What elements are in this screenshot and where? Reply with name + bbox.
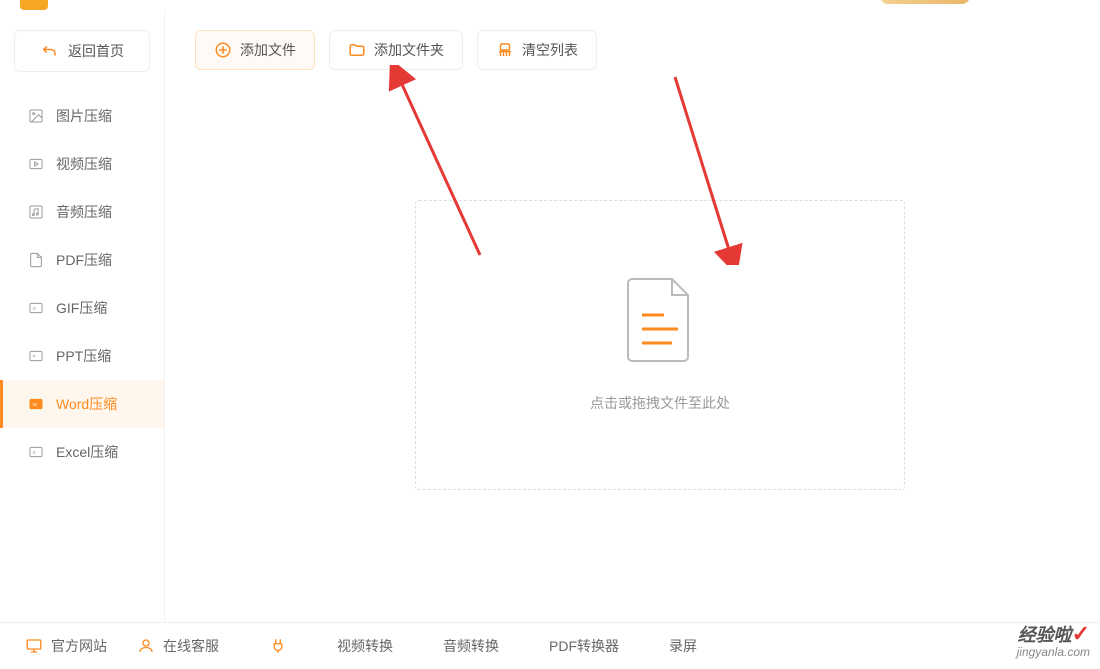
sidebar-item-excel[interactable]: X Excel压缩 (0, 428, 164, 476)
sidebar-item-word[interactable]: W Word压缩 (0, 380, 164, 428)
file-icon (624, 277, 696, 363)
sidebar-item-video[interactable]: 视频压缩 (0, 140, 164, 188)
return-icon (40, 42, 58, 60)
footer-online-service[interactable]: 在线客服 (137, 636, 219, 656)
image-icon (28, 108, 44, 124)
plus-circle-icon (214, 41, 232, 59)
video-icon (28, 156, 44, 172)
sidebar-item-label: 图片压缩 (56, 106, 112, 126)
word-icon: W (28, 396, 44, 412)
sidebar-item-label: 视频压缩 (56, 154, 112, 174)
sidebar-item-label: Excel压缩 (56, 442, 118, 462)
svg-text:W: W (33, 402, 38, 407)
top-bar (0, 0, 1100, 10)
broom-icon (496, 41, 514, 59)
watermark: 经验啦✓ jingyanla.com (1017, 622, 1090, 659)
footer-label: 在线客服 (163, 636, 219, 656)
sidebar-item-ppt[interactable]: P PPT压缩 (0, 332, 164, 380)
add-folder-label: 添加文件夹 (374, 40, 444, 60)
add-file-label: 添加文件 (240, 40, 296, 60)
add-folder-button[interactable]: 添加文件夹 (329, 30, 463, 70)
sidebar-item-pdf[interactable]: PDF压缩 (0, 236, 164, 284)
toolbar: 添加文件 添加文件夹 清空列表 (195, 30, 1070, 70)
pdf-icon (28, 252, 44, 268)
app-logo (20, 0, 48, 10)
footer-screen-record[interactable]: 录屏 (669, 636, 697, 656)
main-area: 添加文件 添加文件夹 清空列表 点击或拖拽文件至此处 (165, 10, 1100, 622)
svg-text:X: X (33, 450, 37, 455)
ppt-icon: P (28, 348, 44, 364)
sidebar: 返回首页 图片压缩 视频压缩 音频压缩 PDF压缩 G GIF压缩 P PPT压… (0, 10, 165, 622)
footer-label: 官方网站 (51, 636, 107, 656)
monitor-icon (25, 637, 43, 655)
vip-badge[interactable] (880, 0, 970, 4)
plug-icon (269, 637, 287, 655)
svg-text:P: P (33, 354, 36, 359)
sidebar-item-label: GIF压缩 (56, 298, 107, 318)
sidebar-item-image[interactable]: 图片压缩 (0, 92, 164, 140)
return-home-button[interactable]: 返回首页 (14, 30, 150, 72)
footer-plug-icon[interactable] (269, 637, 287, 655)
footer-pdf-converter[interactable]: PDF转换器 (549, 636, 619, 656)
return-label: 返回首页 (68, 41, 124, 61)
watermark-title: 经验啦 (1018, 625, 1072, 645)
gif-icon: G (28, 300, 44, 316)
main-container: 返回首页 图片压缩 视频压缩 音频压缩 PDF压缩 G GIF压缩 P PPT压… (0, 10, 1100, 622)
svg-text:G: G (33, 306, 37, 311)
headset-icon (137, 637, 155, 655)
sidebar-item-label: PDF压缩 (56, 250, 112, 270)
footer: 官方网站 在线客服 视频转换 音频转换 PDF转换器 录屏 (0, 622, 1100, 669)
audio-icon (28, 204, 44, 220)
check-icon: ✓ (1072, 621, 1090, 646)
clear-list-label: 清空列表 (522, 40, 578, 60)
sidebar-item-label: Word压缩 (56, 394, 117, 414)
footer-official-site[interactable]: 官方网站 (25, 636, 107, 656)
watermark-url: jingyanla.com (1017, 645, 1090, 659)
sidebar-item-label: PPT压缩 (56, 346, 111, 366)
drop-zone-hint: 点击或拖拽文件至此处 (590, 393, 730, 413)
folder-icon (348, 41, 366, 59)
sidebar-item-label: 音频压缩 (56, 202, 112, 222)
footer-audio-convert[interactable]: 音频转换 (443, 636, 499, 656)
footer-video-convert[interactable]: 视频转换 (337, 636, 393, 656)
clear-list-button[interactable]: 清空列表 (477, 30, 597, 70)
excel-icon: X (28, 444, 44, 460)
sidebar-item-audio[interactable]: 音频压缩 (0, 188, 164, 236)
sidebar-item-gif[interactable]: G GIF压缩 (0, 284, 164, 332)
add-file-button[interactable]: 添加文件 (195, 30, 315, 70)
drop-zone[interactable]: 点击或拖拽文件至此处 (415, 200, 905, 490)
